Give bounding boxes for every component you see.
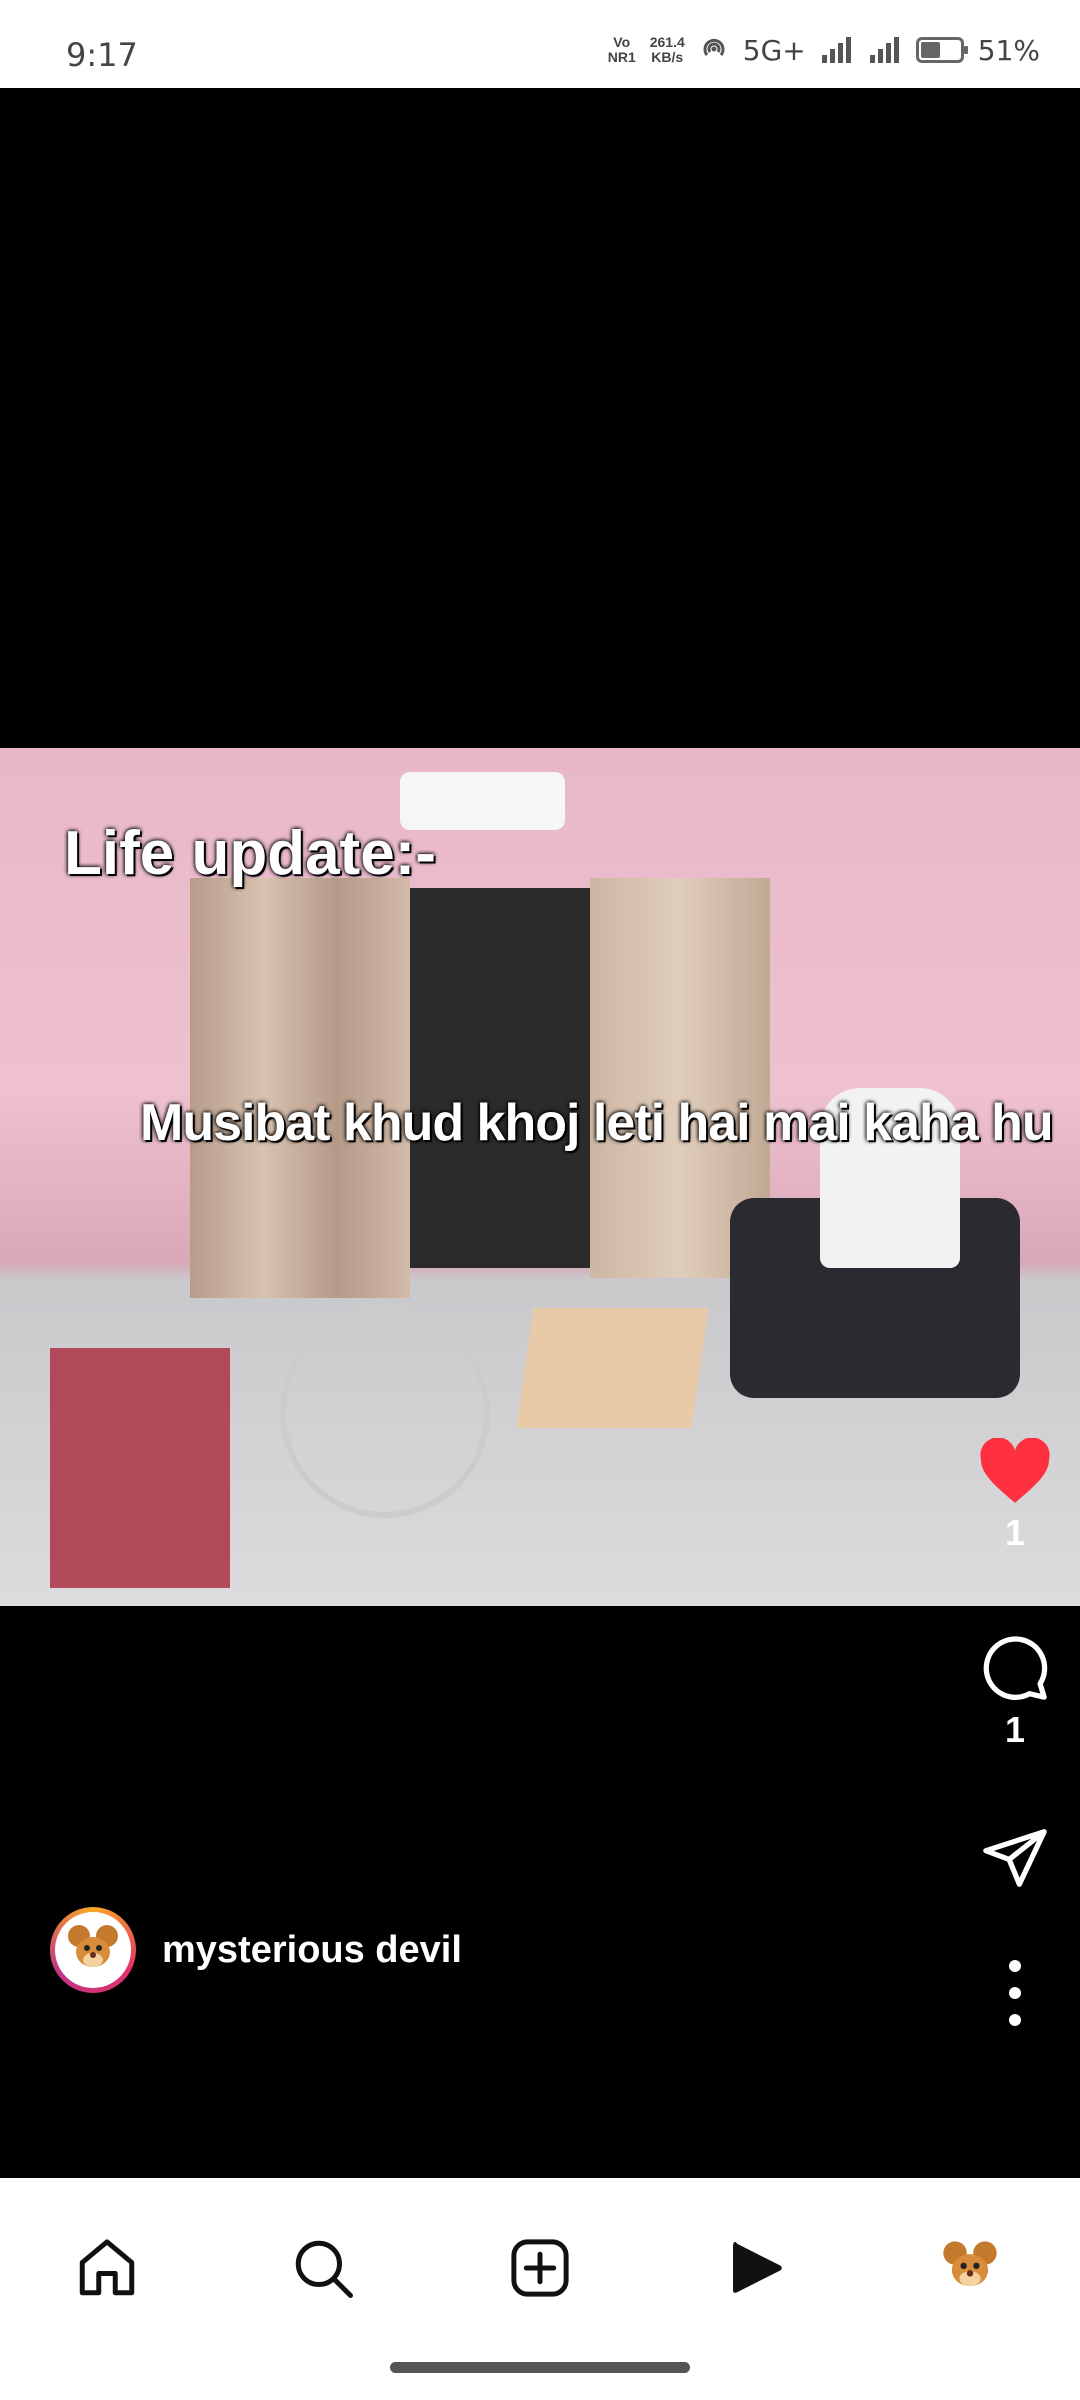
hotspot-icon	[703, 38, 725, 56]
like-count[interactable]: 1	[1005, 1512, 1025, 1554]
author-avatar[interactable]	[50, 1907, 136, 1993]
comment-action[interactable]: 1	[960, 1633, 1070, 1751]
profile-avatar-icon[interactable]	[938, 2236, 1002, 2300]
nav-search[interactable]	[268, 2218, 378, 2318]
signal-icon-2	[869, 37, 899, 63]
nav-home[interactable]	[52, 2218, 162, 2318]
heart-icon[interactable]	[977, 1438, 1053, 1506]
video-caption-top: Life update:-	[64, 819, 436, 888]
send-icon[interactable]	[978, 1823, 1052, 1893]
volte-indicator: Vo NR1	[607, 34, 636, 65]
network-speed: 261.4 KB/s	[649, 34, 685, 65]
home-indicator[interactable]	[390, 2362, 690, 2373]
search-icon[interactable]	[290, 2235, 356, 2301]
status-bar: 9:17 Vo NR1 261.4 KB/s 5G+ 51%	[0, 0, 1080, 88]
home-icon[interactable]	[74, 2235, 140, 2301]
network-type: 5G+	[742, 33, 806, 67]
author-name[interactable]: mysterious devil	[162, 1929, 462, 1972]
more-vertical-icon[interactable]	[1005, 1958, 1025, 2028]
battery-percent: 51%	[977, 33, 1040, 67]
reel-author[interactable]: mysterious devil	[50, 1907, 462, 1993]
like-action[interactable]: 1	[960, 1438, 1070, 1554]
video-caption-mid: Musibat khud khoj leti hai mai kaha hu	[140, 1094, 1054, 1152]
status-icons: Vo NR1 261.4 KB/s 5G+ 51%	[608, 30, 1040, 70]
comment-count[interactable]: 1	[1005, 1709, 1025, 1751]
create-icon[interactable]	[507, 2235, 573, 2301]
reel-actions: 1 1	[960, 88, 1080, 2178]
share-action[interactable]	[960, 1823, 1070, 1893]
nav-reels[interactable]	[700, 2218, 810, 2318]
signal-icon-1	[821, 37, 851, 63]
nav-profile[interactable]	[915, 2218, 1025, 2318]
more-options[interactable]	[960, 1958, 1070, 2028]
reel-video[interactable]: Life update:- Musibat khud khoj leti hai…	[0, 88, 1080, 2178]
reels-icon[interactable]	[722, 2235, 788, 2301]
video-frame: Life update:- Musibat khud khoj leti hai…	[0, 748, 1080, 1606]
battery-icon	[915, 37, 968, 63]
battery-level	[920, 42, 940, 58]
status-time: 9:17	[66, 36, 138, 74]
mouse-avatar-icon	[68, 1925, 118, 1967]
nav-create[interactable]	[485, 2218, 595, 2318]
comment-icon[interactable]	[980, 1633, 1050, 1703]
